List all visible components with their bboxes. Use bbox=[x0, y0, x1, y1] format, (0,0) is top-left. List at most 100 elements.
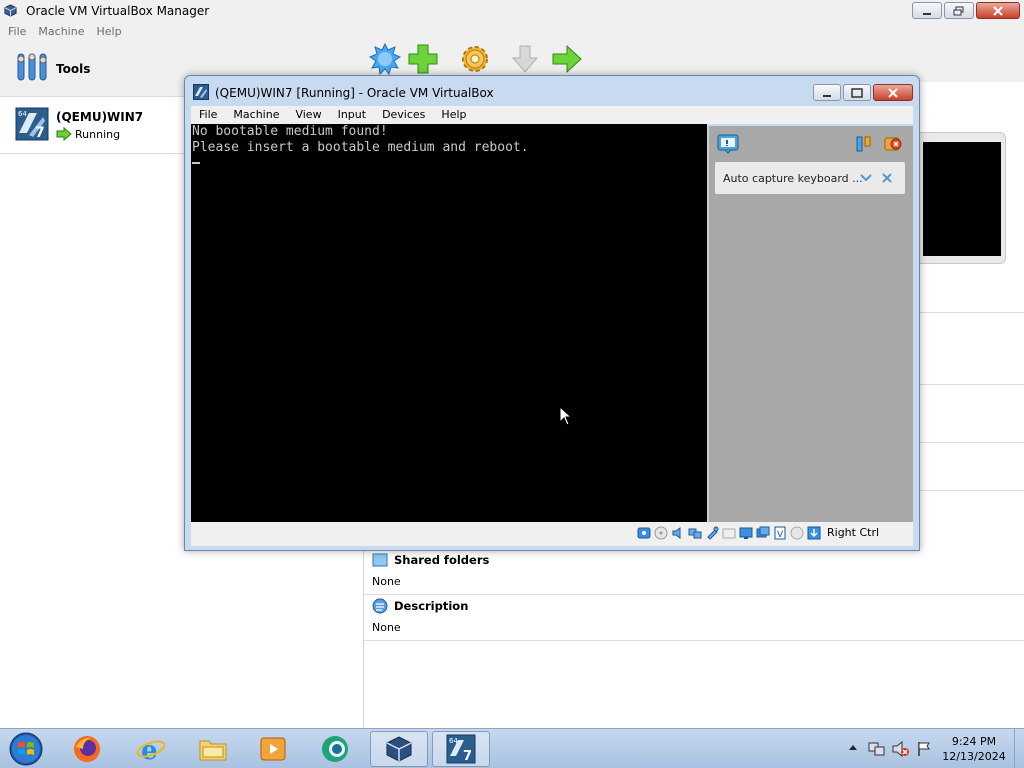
clock-time: 9:24 PM bbox=[951, 735, 997, 748]
volume-muted-icon[interactable] bbox=[892, 741, 910, 757]
manager-menubar: File Machine Help bbox=[0, 22, 1024, 42]
svg-text:V: V bbox=[777, 530, 784, 540]
taskbar-virtualbox-manager[interactable] bbox=[370, 731, 428, 767]
network-icon[interactable] bbox=[688, 526, 702, 540]
vm-state: Running bbox=[56, 127, 120, 141]
virtualbox-icon bbox=[386, 736, 412, 762]
new-icon[interactable] bbox=[368, 42, 402, 76]
dismiss-icon[interactable] bbox=[881, 172, 893, 184]
clock-date: 12/13/2024 bbox=[942, 750, 1006, 763]
running-arrow-icon bbox=[56, 127, 72, 141]
start-icon[interactable] bbox=[550, 42, 584, 76]
firefox-icon bbox=[74, 736, 100, 762]
mouse-pointer-icon bbox=[559, 406, 571, 426]
windows7-64-os-icon: 64 7 bbox=[446, 734, 476, 764]
manager-titlebar[interactable]: Oracle VM VirtualBox Manager bbox=[0, 0, 1024, 22]
menu-file[interactable]: File bbox=[2, 22, 32, 42]
console-line: Please insert a bootable medium and rebo… bbox=[192, 140, 529, 155]
vm-menu-view[interactable]: View bbox=[287, 106, 329, 124]
status-indicators: V bbox=[637, 526, 821, 540]
internet-explorer-icon: e bbox=[136, 736, 166, 765]
close-button[interactable] bbox=[976, 2, 1020, 19]
maximize-icon bbox=[851, 87, 863, 98]
svg-text:64: 64 bbox=[449, 737, 458, 745]
taskbar-internet-explorer[interactable]: e bbox=[122, 731, 180, 767]
discard-icon[interactable] bbox=[508, 42, 542, 76]
details-separator bbox=[916, 490, 1024, 491]
shared-folders-value: None bbox=[372, 575, 401, 588]
details-separator bbox=[916, 384, 1024, 385]
manager-title: Oracle VM VirtualBox Manager bbox=[26, 4, 210, 18]
help-icon[interactable] bbox=[859, 172, 873, 184]
shared-folders-icon[interactable] bbox=[722, 526, 736, 540]
vm-console-screen[interactable]: No bootable medium found! Please insert … bbox=[191, 124, 707, 522]
virtualbox-icon bbox=[4, 4, 17, 17]
windows7-64-os-icon bbox=[193, 84, 209, 100]
close-icon bbox=[888, 87, 898, 98]
notification-center-panel: Auto capture keyboard ... bbox=[707, 126, 913, 522]
taskbar-explorer[interactable] bbox=[184, 731, 242, 767]
show-hidden-icons-icon[interactable] bbox=[848, 743, 858, 751]
keyboard-capture-icon[interactable] bbox=[807, 526, 821, 540]
optical-drive-icon[interactable] bbox=[654, 526, 668, 540]
host-key-label: Right Ctrl bbox=[827, 526, 880, 539]
vm-titlebar[interactable]: (QEMU)WIN7 [Running] - Oracle VM Virtual… bbox=[185, 76, 919, 106]
vm-menu-file[interactable]: File bbox=[191, 106, 225, 124]
add-icon[interactable] bbox=[406, 42, 440, 76]
vm-menubar: File Machine View Input Devices Help bbox=[191, 106, 913, 124]
tools-icon bbox=[17, 53, 47, 81]
vm-close-button[interactable] bbox=[873, 84, 913, 101]
vm-status-bar: V Right Ctrl bbox=[191, 522, 913, 546]
details-separator bbox=[916, 312, 1024, 313]
console-line: No bootable medium found! bbox=[192, 124, 388, 139]
toggle-sticky-icon[interactable] bbox=[855, 135, 873, 153]
description-value: None bbox=[372, 621, 401, 634]
mouse-integration-icon[interactable] bbox=[790, 526, 804, 540]
vm-menu-devices[interactable]: Devices bbox=[374, 106, 433, 124]
usb-icon[interactable] bbox=[705, 526, 719, 540]
network-tray-icon[interactable] bbox=[868, 741, 886, 757]
audio-icon[interactable] bbox=[671, 526, 685, 540]
cpu-icon[interactable]: V bbox=[773, 526, 787, 540]
menu-machine[interactable]: Machine bbox=[32, 22, 90, 42]
taskbar-app[interactable] bbox=[306, 731, 364, 767]
taskbar-clock[interactable]: 9:24 PM 12/13/2024 bbox=[942, 734, 1006, 764]
taskbar: e 64 7 9:24 PM 12/13/2024 bbox=[0, 728, 1024, 768]
minimize-button[interactable] bbox=[912, 2, 942, 19]
vm-preview bbox=[916, 132, 1006, 264]
svg-text:7: 7 bbox=[463, 749, 472, 764]
media-player-icon bbox=[260, 737, 286, 761]
minimize-icon bbox=[923, 12, 931, 15]
notification-item[interactable]: Auto capture keyboard ... bbox=[715, 162, 905, 194]
notification-center-icon[interactable] bbox=[717, 134, 739, 154]
vm-minimize-button[interactable] bbox=[813, 84, 841, 101]
vm-menu-machine[interactable]: Machine bbox=[225, 106, 287, 124]
svg-text:7: 7 bbox=[35, 125, 45, 141]
notification-toolbar bbox=[715, 132, 905, 156]
taskbar-media-player[interactable] bbox=[244, 731, 302, 767]
vm-state-label: Running bbox=[75, 127, 121, 141]
show-desktop-button[interactable] bbox=[1014, 729, 1024, 768]
green-app-icon bbox=[322, 736, 348, 762]
display-icon[interactable] bbox=[739, 526, 753, 540]
taskbar-firefox[interactable] bbox=[58, 731, 116, 767]
description-header[interactable]: Description bbox=[372, 598, 468, 614]
vm-menu-help[interactable]: Help bbox=[433, 106, 474, 124]
menu-help[interactable]: Help bbox=[90, 22, 127, 42]
vm-window-title: (QEMU)WIN7 [Running] - Oracle VM Virtual… bbox=[215, 86, 494, 100]
vm-menu-input[interactable]: Input bbox=[330, 106, 374, 124]
vm-maximize-button[interactable] bbox=[843, 84, 871, 101]
restore-button[interactable] bbox=[944, 2, 974, 19]
details-separator bbox=[916, 442, 1024, 443]
hard-disk-icon[interactable] bbox=[637, 526, 651, 540]
shared-folders-header[interactable]: Shared folders bbox=[372, 552, 489, 568]
clear-notifications-icon[interactable] bbox=[883, 135, 903, 153]
svg-text:e: e bbox=[141, 736, 158, 765]
vm-name: (QEMU)WIN7 bbox=[56, 110, 144, 124]
taskbar-vm-window[interactable]: 64 7 bbox=[432, 731, 490, 767]
settings-icon[interactable] bbox=[458, 42, 492, 76]
video-capture-icon[interactable] bbox=[756, 526, 770, 540]
minimize-icon bbox=[823, 94, 831, 97]
action-center-flag-icon[interactable] bbox=[916, 741, 932, 757]
start-button-icon[interactable] bbox=[6, 731, 46, 767]
